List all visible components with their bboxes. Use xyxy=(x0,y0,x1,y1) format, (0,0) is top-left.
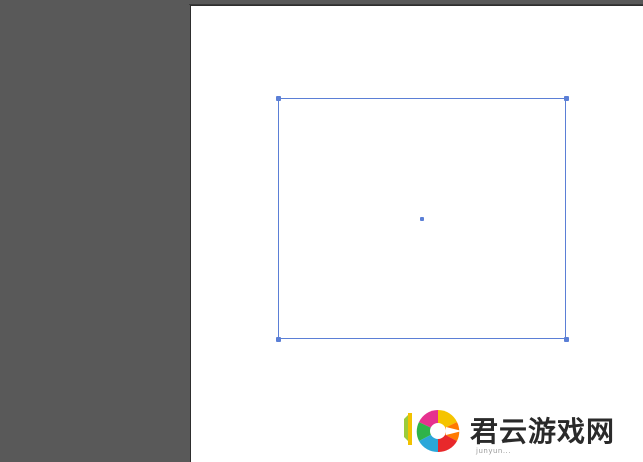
resize-handle-bottom-left[interactable] xyxy=(275,336,281,342)
resize-handle-top-left[interactable] xyxy=(275,95,281,101)
watermark: 君云游戏网 junyun... xyxy=(398,404,643,460)
watermark-text: 君云游戏网 xyxy=(470,415,616,448)
watermark-logo-icon xyxy=(398,405,468,459)
watermark-url: junyun... xyxy=(476,447,512,455)
shape-center-point[interactable] xyxy=(420,217,424,221)
canvas-workspace[interactable]: 君云游戏网 junyun... xyxy=(0,0,643,462)
resize-handle-top-right[interactable] xyxy=(563,95,569,101)
resize-handle-bottom-right[interactable] xyxy=(563,336,569,342)
